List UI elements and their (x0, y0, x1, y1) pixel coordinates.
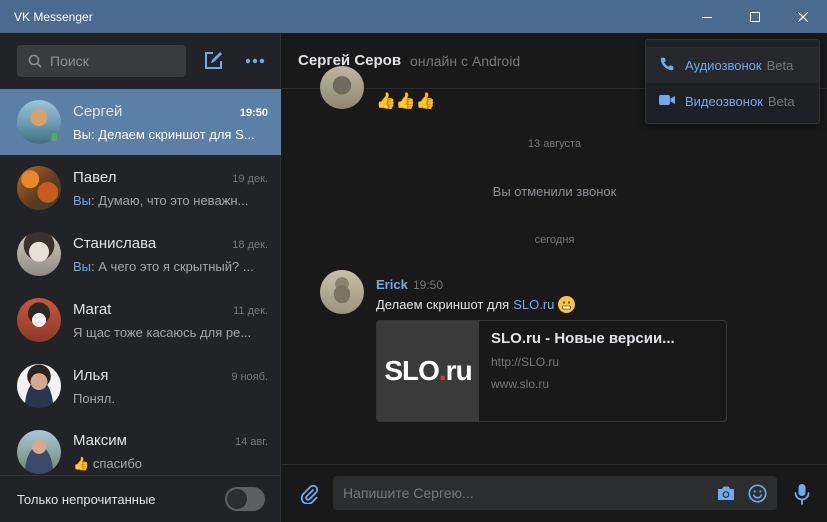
maximize-icon (750, 11, 760, 22)
call-menu: Аудиозвонок Beta Видеозвонок Beta (645, 39, 820, 124)
chat-time: 19:50 (239, 106, 268, 119)
preview-text: Я щас тоже касаюсь для ре... (73, 324, 252, 340)
chat-preview: Вы: Думаю, что это неважн... (73, 193, 268, 208)
close-icon (798, 11, 808, 22)
maximize-button[interactable] (731, 0, 779, 33)
link-preview-card[interactable]: SLO. ru SLO.ru - Новые версии... http://S… (376, 320, 727, 422)
more-icon[interactable] (243, 49, 267, 73)
video-camera-icon (659, 94, 675, 109)
avatar (17, 364, 61, 408)
close-button[interactable] (779, 0, 827, 33)
thumb-text: ru (445, 355, 473, 386)
chat-item[interactable]: Илья 9 нояб. Понял. (0, 353, 281, 419)
chat-time: 11 дек. (233, 304, 268, 317)
camera-icon[interactable] (715, 482, 737, 504)
unread-filter-label: Только непрочитанные (17, 491, 156, 507)
chat-item[interactable]: Сергей 19:50 Вы: Делаем скриншот для S... (0, 89, 281, 155)
avatar (17, 430, 61, 474)
chat-preview: Вы: Делаем скриншот для S... (73, 127, 268, 142)
thumbs-up-emoji: 👍 (73, 456, 90, 471)
preview-text: спасибо (92, 456, 143, 471)
chat-name: Павел (73, 168, 117, 186)
message-link[interactable]: SLO.ru (513, 297, 554, 312)
unread-filter-toggle[interactable] (225, 487, 265, 511)
chat-name: Marat (73, 300, 112, 318)
date-divider: 13 августа (527, 138, 582, 150)
peer-status: онлайн с Android (410, 52, 521, 69)
preview-text: А чего это я скрытный? ... (98, 258, 254, 274)
thumbs-up-emojis: 👍👍👍 (376, 93, 436, 110)
minimize-button[interactable] (683, 0, 731, 33)
title-bar: VK Messenger (0, 0, 827, 33)
preview-text: Делаем скриншот для S... (98, 126, 255, 142)
preview-prefix: Вы: (73, 126, 95, 142)
search-box[interactable] (17, 45, 186, 77)
microphone-icon[interactable] (791, 482, 813, 506)
sidebar: Сергей 19:50 Вы: Делаем скриншот для S...… (0, 33, 281, 522)
attach-icon[interactable] (298, 483, 320, 505)
preview-text: Понял. (73, 390, 115, 406)
message-text: Делаем скриншот для SLO.ru (376, 296, 576, 313)
preview-prefix: Вы: (73, 258, 95, 274)
chat-preview: Понял. (73, 391, 268, 406)
emoji-icon[interactable] (746, 482, 768, 504)
thumb-dot: . (438, 355, 447, 386)
beta-badge: Beta (767, 93, 795, 109)
video-call-label: Видеозвонок (685, 93, 763, 109)
message-time: 19:50 (413, 278, 444, 292)
online-mobile-indicator (50, 131, 59, 143)
avatar (17, 232, 61, 276)
system-message: Вы отменили звонок (492, 184, 617, 199)
message-body: Делаем скриншот для (376, 297, 510, 312)
chat-time: 19 дек. (232, 172, 268, 185)
compose-icon[interactable] (201, 49, 225, 73)
message-author[interactable]: Erick (376, 277, 408, 292)
search-icon (28, 53, 44, 69)
avatar (17, 166, 61, 210)
chat-list: Сергей 19:50 Вы: Делаем скриншот для S...… (0, 89, 281, 485)
search-input[interactable] (50, 53, 180, 69)
chat-preview: 👍 спасибо (73, 456, 268, 472)
preview-prefix: Вы: (73, 192, 95, 208)
toggle-knob (227, 489, 247, 509)
chat-time: 14 авг. (235, 436, 268, 448)
message-field[interactable] (333, 476, 777, 510)
message-input[interactable] (343, 485, 703, 501)
link-url: http://SLO.ru (491, 355, 560, 369)
chat-item[interactable]: Павел 19 дек. Вы: Думаю, что это неважн..… (0, 155, 281, 221)
avatar (320, 66, 364, 109)
chat-name: Илья (73, 366, 109, 384)
video-call-item[interactable]: Видеозвонок Beta (646, 83, 819, 119)
sidebar-footer: Только непрочитанные (0, 475, 281, 522)
preview-text: Думаю, что это неважн... (98, 192, 249, 208)
avatar (17, 298, 61, 342)
chat-preview: Вы: А чего это я скрытный? ... (73, 259, 268, 274)
chat-name: Максим (73, 432, 127, 449)
chat-item[interactable]: Станислава 18 дек. Вы: А чего это я скрыт… (0, 221, 281, 287)
date-divider: сегодня (534, 234, 575, 246)
link-title: SLO.ru - Новые версии... (491, 330, 675, 347)
chat-item[interactable]: Marat 11 дек. Я щас тоже касаюсь для ре..… (0, 287, 281, 353)
minimize-icon (702, 12, 712, 22)
avatar[interactable] (320, 270, 364, 314)
audio-call-item[interactable]: Аудиозвонок Beta (646, 47, 819, 83)
chat-time: 9 нояб. (231, 370, 268, 383)
chat-time: 18 дек. (232, 238, 268, 251)
audio-call-label: Аудиозвонок (685, 57, 762, 73)
app-title: VK Messenger (14, 9, 93, 24)
link-domain: www.slo.ru (491, 377, 550, 391)
chat-name: Сергей (73, 102, 123, 120)
beta-badge: Beta (766, 57, 794, 73)
grimace-emoji (558, 296, 576, 313)
thumb-text: SLO (384, 355, 440, 386)
link-thumbnail: SLO. ru (377, 321, 479, 421)
sidebar-header (0, 33, 280, 89)
chat-preview: Я щас тоже касаюсь для ре... (73, 325, 268, 340)
phone-icon (659, 56, 675, 75)
chat-name: Станислава (73, 234, 157, 252)
composer (282, 464, 827, 522)
